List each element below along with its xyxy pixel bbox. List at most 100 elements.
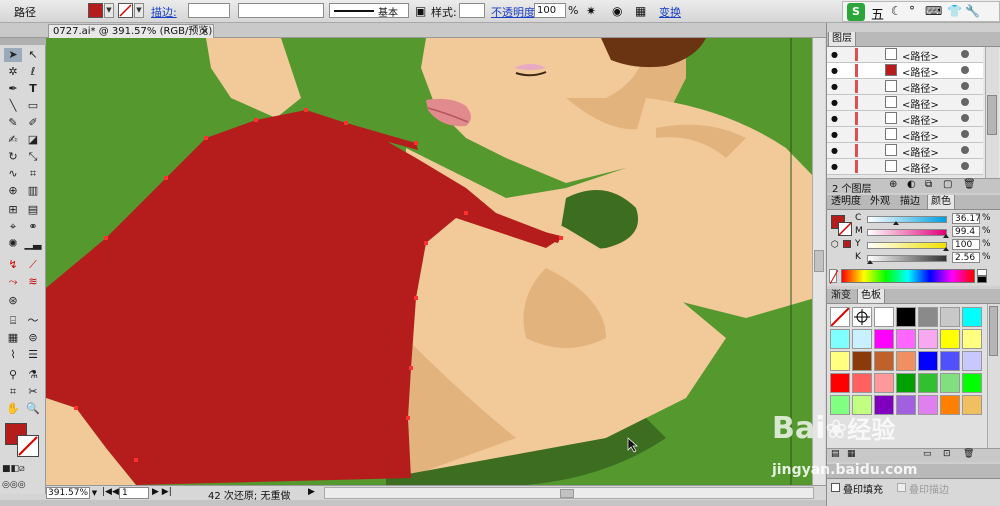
zoom-field[interactable]: 391.57% [46, 487, 90, 499]
layer-row[interactable]: ● <路径> [827, 111, 983, 127]
color-swatch[interactable] [896, 373, 916, 393]
tab-stroke[interactable]: 描边 [897, 195, 923, 209]
color-swatch[interactable] [830, 373, 850, 393]
visibility-eye-icon[interactable]: ● [829, 81, 840, 92]
stroke-weight-link[interactable]: 描边: [151, 4, 177, 20]
color-swatch[interactable] [830, 351, 850, 371]
transform-link[interactable]: 变换 [659, 4, 681, 20]
channel-slider-knob[interactable] [943, 247, 949, 251]
crop-tool-icon[interactable]: ⌗ [4, 385, 22, 399]
visibility-eye-icon[interactable]: ● [829, 49, 840, 60]
color-swatch[interactable] [940, 373, 960, 393]
swatches-scrollbar[interactable] [987, 304, 1000, 448]
artboard-next-icon[interactable]: ▶ ▶| [152, 487, 172, 497]
color-swatch[interactable] [962, 307, 982, 327]
slice-tool-icon[interactable]: ⟋ [24, 258, 42, 272]
tab-gradient[interactable]: 渐变 [828, 289, 854, 303]
fill-dropdown[interactable]: ▼ [104, 3, 114, 18]
blend-tool-icon[interactable]: ⚭ [24, 220, 42, 234]
visibility-eye-icon[interactable]: ● [829, 129, 840, 140]
overprint-fill-checkbox[interactable] [831, 483, 840, 492]
locate-object-icon[interactable]: ⊕ [889, 179, 897, 190]
rotate-tool-icon[interactable]: ↻ [4, 150, 22, 164]
free-transform-tool-icon[interactable]: ⌗ [24, 167, 42, 181]
eraser-tool-icon[interactable]: ◪ [24, 133, 42, 147]
color-swatch[interactable] [940, 307, 960, 327]
target-icon[interactable] [961, 82, 969, 90]
dot-icon[interactable]: ° [909, 4, 915, 18]
drawing-mode-icon[interactable]: ◎◎◎ [2, 478, 26, 492]
horizontal-scroll-thumb[interactable] [560, 489, 574, 498]
channel-value[interactable]: 36.17 [952, 213, 981, 224]
stroke-color-box[interactable] [17, 435, 39, 457]
none-swatch[interactable] [830, 307, 850, 327]
channel-slider[interactable] [867, 216, 947, 225]
type-tool-icon[interactable]: T [24, 82, 42, 96]
target-icon[interactable] [961, 50, 969, 58]
color-swatch[interactable] [874, 329, 894, 349]
color-swatch[interactable] [896, 351, 916, 371]
status-menu-icon[interactable]: ▶ [308, 487, 315, 497]
color-swatch[interactable] [918, 373, 938, 393]
paintbrush-tool-icon[interactable]: ✎ [4, 116, 22, 130]
line-tool-icon[interactable]: ╲ [4, 99, 22, 113]
artboard-canvas[interactable] [46, 38, 815, 485]
channel-value[interactable]: 100 [952, 239, 980, 250]
isolate-icon[interactable]: ◉ [612, 4, 622, 18]
color-swatch[interactable] [830, 329, 850, 349]
close-tab-icon[interactable]: × [201, 25, 209, 38]
color-swatch[interactable] [852, 351, 872, 371]
tab-layers[interactable]: 图层 [828, 32, 856, 46]
stroke-none-swatch[interactable] [118, 3, 133, 18]
color-swatch[interactable] [874, 351, 894, 371]
recolor-icon[interactable]: ✷ [586, 4, 596, 18]
tab-appearance[interactable]: 外观 [867, 195, 893, 209]
fill-color-swatch[interactable] [88, 3, 103, 18]
channel-slider[interactable] [867, 242, 949, 251]
target-tool-icon[interactable]: ⊛ [4, 294, 22, 308]
pencil-tool-icon[interactable]: ✐ [24, 116, 42, 130]
wrinkle-tool-icon[interactable]: ⌇ [4, 348, 22, 362]
tab-swatches[interactable]: 色板 [857, 289, 885, 303]
zoom-alt-tool-icon[interactable]: ≋ [24, 275, 42, 289]
color-swatch[interactable] [896, 329, 916, 349]
live-select-tool-icon[interactable]: ⚗ [24, 368, 42, 382]
eyedropper-tool-icon[interactable]: ⌖ [4, 220, 22, 234]
visibility-eye-icon[interactable]: ● [829, 145, 840, 156]
visibility-eye-icon[interactable]: ● [829, 97, 840, 108]
color-swatch[interactable] [918, 329, 938, 349]
layer-row[interactable]: ● <路径> [827, 159, 983, 175]
opacity-field[interactable]: 100 [534, 3, 566, 18]
swatches-scroll-thumb[interactable] [989, 306, 998, 356]
layer-row[interactable]: ● <路径> [827, 47, 983, 63]
target-icon[interactable] [961, 130, 969, 138]
list-tool-icon[interactable]: ☰ [24, 348, 42, 362]
variable-width-field[interactable] [238, 3, 324, 18]
grid-tool-icon[interactable]: ▦ [4, 331, 22, 345]
color-spectrum[interactable] [841, 269, 975, 283]
layers-scroll-thumb[interactable] [987, 95, 997, 135]
color-swatch[interactable] [962, 373, 982, 393]
delete-layer-icon[interactable]: 🗑 [963, 179, 976, 190]
paint-bucket-tool-icon[interactable]: ⚲ [4, 368, 22, 382]
horizontal-scrollbar[interactable] [324, 487, 814, 499]
color-stroke-box[interactable] [838, 222, 852, 236]
gamut-swatch[interactable] [843, 240, 851, 248]
layer-row[interactable]: ● <路径> [827, 63, 983, 79]
zoom-tool-icon[interactable]: 🔍 [24, 402, 42, 416]
visibility-eye-icon[interactable]: ● [829, 161, 840, 172]
ime-mode[interactable]: 五 [871, 4, 884, 23]
magic-wand-tool-icon[interactable]: ✲ [4, 65, 22, 79]
new-sublayer-icon[interactable]: ⧉ [925, 179, 932, 190]
moon-icon[interactable]: ☾ [891, 4, 902, 18]
pen-tool-icon[interactable]: ✒ [4, 82, 22, 96]
color-swatch[interactable] [940, 351, 960, 371]
channel-value[interactable]: 2.56 [952, 252, 980, 263]
color-swatch[interactable] [874, 307, 894, 327]
clipping-mask-icon[interactable]: ◐ [907, 179, 916, 190]
hand-tool-icon[interactable]: ✋ [4, 402, 22, 416]
align-icon[interactable]: ▦ [635, 4, 646, 18]
channel-slider-knob[interactable] [867, 260, 873, 264]
target-icon[interactable] [961, 114, 969, 122]
selection-tool-icon[interactable]: ➤ [4, 48, 22, 62]
